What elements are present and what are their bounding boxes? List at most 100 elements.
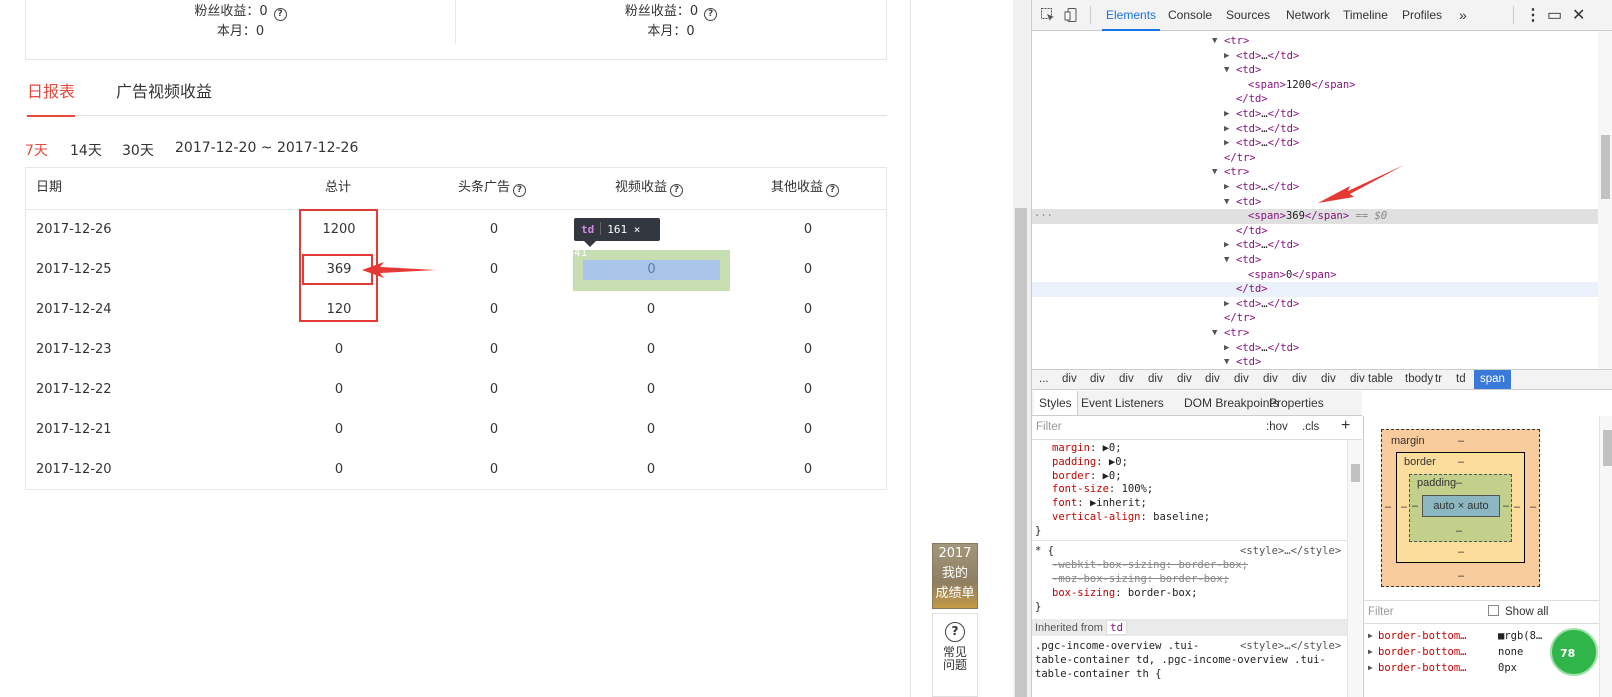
tab-network[interactable]: Network xyxy=(1286,0,1330,31)
css-selector[interactable]: * { xyxy=(1035,544,1054,558)
dom-node-line[interactable]: ▶ <td>…</td> xyxy=(1032,122,1598,137)
help-icon[interactable]: ? xyxy=(273,8,287,21)
page-scroll-thumb[interactable] xyxy=(1015,208,1027,697)
close-icon[interactable]: ✕ xyxy=(1572,0,1585,31)
css-selector[interactable]: table-container th { xyxy=(1035,667,1161,681)
dom-node-line[interactable]: <span>1200</span> xyxy=(1032,78,1598,93)
breadcrumb-overflow[interactable]: ... xyxy=(1039,370,1049,389)
expand-triangle-icon[interactable]: ▶ xyxy=(1224,107,1229,122)
help-icon[interactable]: ? xyxy=(704,8,718,21)
dom-node-line[interactable]: ▶ <td>…</td> xyxy=(1032,341,1598,356)
faq-widget[interactable]: ? 常见 问题 xyxy=(932,613,978,697)
tab-dom-breakpoints[interactable]: DOM Breakpoints xyxy=(1184,391,1279,415)
new-rule-button[interactable]: + xyxy=(1341,417,1350,435)
collapse-triangle-icon[interactable]: ▼ xyxy=(1224,253,1229,268)
dom-node-line[interactable]: <span>0</span> xyxy=(1032,268,1598,283)
help-icon[interactable]: ? xyxy=(826,184,840,197)
stylesheet-link[interactable]: <style>…</style> xyxy=(1240,544,1341,558)
styles-scrollbar[interactable] xyxy=(1347,440,1362,697)
dom-node-line[interactable]: </td> xyxy=(1032,224,1598,239)
breadcrumb-div[interactable]: div xyxy=(1321,370,1336,389)
expand-triangle-icon[interactable]: ▶ xyxy=(1224,238,1229,253)
tab-event-listeners[interactable]: Event Listeners xyxy=(1081,391,1164,415)
tab-ad-video-revenue[interactable]: 广告视频收益 xyxy=(116,78,212,102)
cls-toggle[interactable]: .cls xyxy=(1302,421,1319,433)
dom-node-line[interactable]: ▼ <td> xyxy=(1032,253,1598,268)
collapse-triangle-icon[interactable]: ▼ xyxy=(1212,34,1217,49)
dom-node-line[interactable]: ▼ <td> xyxy=(1032,63,1598,78)
computed-filter[interactable]: Filter Show all xyxy=(1364,600,1599,624)
breadcrumb-div[interactable]: div xyxy=(1292,370,1307,389)
dom-node-line[interactable]: ▶ <td>…</td> xyxy=(1032,297,1598,312)
css-declaration[interactable]: margin: ▶0; xyxy=(1052,441,1122,455)
tab-properties[interactable]: Properties xyxy=(1269,391,1324,415)
dom-node-line[interactable]: ▶ <td>…</td> xyxy=(1032,107,1598,122)
tab-daily-report[interactable]: 日报表 xyxy=(27,78,76,117)
breadcrumb-td[interactable]: td xyxy=(1456,370,1466,389)
range-7-days[interactable]: 7天 xyxy=(25,140,48,160)
expand-triangle-icon[interactable]: ▶ xyxy=(1224,341,1229,356)
rule-close[interactable]: } xyxy=(1035,600,1041,614)
css-declaration[interactable]: vertical-align: baseline; xyxy=(1052,510,1210,524)
more-tabs-icon[interactable]: » xyxy=(1459,0,1467,31)
css-declaration[interactable]: -webkit-box-sizing: border-box; xyxy=(1052,558,1248,572)
css-declaration[interactable]: -moz-box-sizing: border-box; xyxy=(1052,572,1229,586)
help-icon[interactable]: ? xyxy=(513,184,527,197)
help-icon[interactable]: ? xyxy=(670,184,684,197)
tab-profiles[interactable]: Profiles xyxy=(1402,0,1442,31)
breadcrumb-div[interactable]: div xyxy=(1205,370,1220,389)
year-report-widget[interactable]: 2017 我的 成绩单 xyxy=(932,543,978,609)
kebab-menu-icon[interactable]: ⋮ xyxy=(1525,0,1541,31)
css-declaration[interactable]: font-size: 100%; xyxy=(1052,482,1153,496)
dom-node-line[interactable]: ▼ <tr> xyxy=(1032,34,1598,49)
tab-styles[interactable]: Styles xyxy=(1034,391,1078,415)
dom-node-line[interactable]: ▼ <tr> xyxy=(1032,326,1598,341)
floating-badge[interactable]: 78 xyxy=(1550,628,1598,676)
dom-node-line[interactable]: ▶ <td>…</td> xyxy=(1032,238,1598,253)
node-menu-icon[interactable]: ··· xyxy=(1034,209,1053,224)
undock-icon[interactable]: ▭ xyxy=(1547,0,1562,31)
breadcrumb-span[interactable]: span xyxy=(1474,370,1511,389)
breadcrumb-div[interactable]: div xyxy=(1148,370,1163,389)
tab-console[interactable]: Console xyxy=(1168,0,1212,31)
dom-node-line[interactable]: ▼ <td> xyxy=(1032,355,1598,369)
css-selector[interactable]: table-container td, .pgc-income-overview… xyxy=(1035,653,1326,667)
breadcrumb-div[interactable]: div xyxy=(1177,370,1192,389)
tab-sources[interactable]: Sources xyxy=(1226,0,1270,31)
dom-node-line[interactable]: ··· <span>369</span> == $0 xyxy=(1032,209,1598,224)
breadcrumb-div[interactable]: div xyxy=(1234,370,1249,389)
collapse-triangle-icon[interactable]: ▼ xyxy=(1212,326,1217,341)
breadcrumb-div[interactable]: div xyxy=(1119,370,1134,389)
collapse-triangle-icon[interactable]: ▼ xyxy=(1224,63,1229,78)
dom-node-line[interactable]: ▶ <td>…</td> xyxy=(1032,136,1598,151)
breadcrumb-div[interactable]: div xyxy=(1062,370,1077,389)
date-range-text[interactable]: 2017-12-20 ~ 2017-12-26 xyxy=(175,140,358,156)
tab-elements[interactable]: Elements xyxy=(1101,0,1161,31)
styles-filter[interactable]: Filter :hov .cls + xyxy=(1032,416,1362,440)
css-declaration[interactable]: box-sizing: border-box; xyxy=(1052,586,1197,600)
collapse-triangle-icon[interactable]: ▼ xyxy=(1224,355,1229,369)
device-mode-icon[interactable] xyxy=(1064,7,1080,23)
computed-scrollbar[interactable] xyxy=(1599,416,1612,697)
show-all-checkbox[interactable] xyxy=(1488,605,1499,616)
expand-triangle-icon[interactable]: ▶ xyxy=(1224,122,1229,137)
css-declaration[interactable]: border: ▶0; xyxy=(1052,469,1122,483)
range-14-days[interactable]: 14天 xyxy=(70,140,102,160)
dom-scrollbar[interactable] xyxy=(1598,31,1612,369)
dom-node-line[interactable]: </td> xyxy=(1032,92,1598,107)
css-declaration[interactable]: font: ▶inherit; xyxy=(1052,496,1147,510)
breadcrumb-table[interactable]: table xyxy=(1368,370,1393,389)
range-30-days[interactable]: 30天 xyxy=(122,140,154,160)
css-declaration[interactable]: padding: ▶0; xyxy=(1052,455,1128,469)
dom-node-line[interactable]: </td> xyxy=(1032,282,1598,297)
tab-timeline[interactable]: Timeline xyxy=(1343,0,1388,31)
breadcrumb-div[interactable]: div xyxy=(1263,370,1278,389)
breadcrumb-div[interactable]: div xyxy=(1090,370,1105,389)
hov-toggle[interactable]: :hov xyxy=(1266,421,1288,433)
rule-close[interactable]: } xyxy=(1035,524,1041,538)
expand-triangle-icon[interactable]: ▶ xyxy=(1224,136,1229,151)
collapse-triangle-icon[interactable]: ▼ xyxy=(1224,195,1229,210)
collapse-triangle-icon[interactable]: ▼ xyxy=(1212,165,1217,180)
css-selector[interactable]: .pgc-income-overview .tui- xyxy=(1035,639,1199,653)
expand-triangle-icon[interactable]: ▶ xyxy=(1224,297,1229,312)
